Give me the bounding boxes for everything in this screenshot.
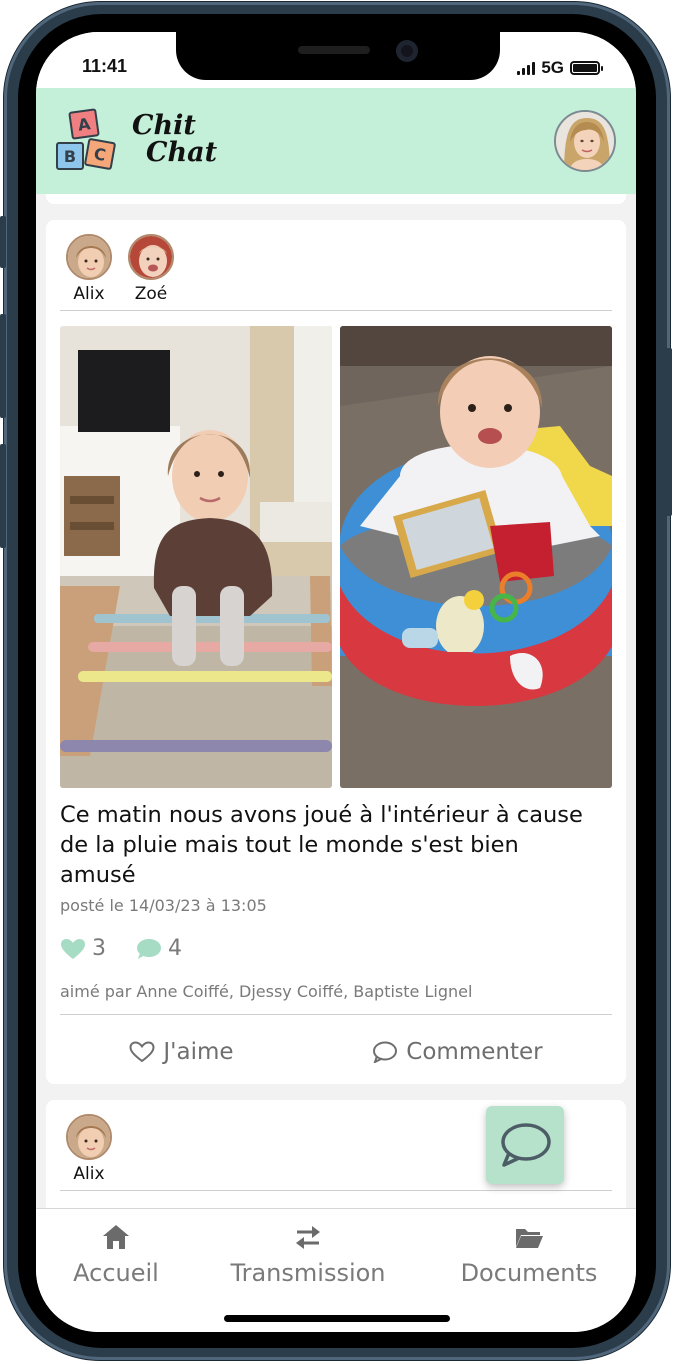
child-tag[interactable]: Alix (66, 1114, 112, 1184)
abc-blocks-logo-icon: A B C (54, 108, 118, 174)
post-actions: J'aime Commenter (60, 1028, 612, 1076)
comment-label: Commenter (406, 1039, 543, 1065)
likes-count[interactable]: 3 (60, 936, 106, 961)
post-text: Ce matin nous avons joué à l'intérieur à… (60, 802, 583, 888)
divider (60, 1014, 612, 1015)
child-tag[interactable]: Zoé (128, 234, 174, 304)
nav-label: Documents (460, 1259, 598, 1287)
status-time: 11:41 (82, 56, 128, 76)
logo-block-a: A (68, 108, 100, 140)
volume-up-button (0, 314, 6, 418)
comments-number: 4 (168, 936, 182, 961)
tagged-children: Alix (66, 1114, 112, 1184)
chat-bubble-icon (501, 1123, 551, 1167)
divider (60, 310, 612, 311)
signal-icon (517, 61, 536, 75)
liked-by-text: aimé par Anne Coiffé, Djessy Coiffé, Bap… (60, 982, 473, 1001)
heart-icon (61, 938, 85, 959)
notch (176, 32, 500, 80)
app-logo-text: Chit Chat (132, 112, 217, 166)
user-avatar[interactable] (554, 110, 616, 172)
likes-number: 3 (92, 936, 106, 961)
heart-outline-icon (129, 1041, 155, 1063)
logo-text-line1: Chit (132, 110, 196, 141)
silent-switch (0, 216, 6, 268)
like-label: J'aime (163, 1039, 234, 1065)
nav-label: Accueil (73, 1259, 159, 1287)
post-date: posté le 14/03/23 à 13:05 (60, 896, 267, 915)
logo-block-c: C (83, 137, 117, 171)
home-icon (103, 1225, 129, 1249)
nav-item-accueil[interactable]: Accueil (70, 1223, 162, 1287)
nav-item-transmission[interactable]: Transmission (226, 1223, 390, 1287)
post-stats: 3 4 (60, 936, 182, 961)
chat-fab-button[interactable] (486, 1106, 564, 1184)
tagged-children: Alix Zoé (66, 234, 174, 304)
post-photo[interactable] (60, 326, 332, 788)
post-card: Alix Zoé Ce matin nous avons joué à l'in… (46, 220, 626, 1084)
app-header: A B C Chit Chat (36, 88, 636, 194)
network-type: 5G (541, 58, 564, 77)
comment-outline-icon (373, 1041, 398, 1063)
status-indicators: 5G (517, 58, 603, 78)
divider (60, 1190, 612, 1191)
app-screen: 11:41 5G A B C Chit Chat Alix Zoé Ce mat… (36, 32, 636, 1332)
child-avatar (66, 1114, 112, 1160)
child-name: Alix (73, 284, 105, 304)
front-camera (396, 40, 418, 62)
nav-item-documents[interactable]: Documents (456, 1223, 602, 1287)
volume-down-button (0, 444, 6, 548)
child-name: Zoé (134, 284, 168, 304)
previous-post-card (46, 194, 626, 204)
child-avatar (66, 234, 112, 280)
post-photo[interactable] (340, 326, 612, 788)
transfer-icon (296, 1226, 320, 1249)
folder-icon (516, 1229, 543, 1248)
child-tag[interactable]: Alix (66, 234, 112, 304)
child-avatar (128, 234, 174, 280)
home-indicator (224, 1315, 450, 1322)
speech-bubble-icon (137, 938, 161, 959)
speaker-grille (298, 46, 370, 54)
child-name: Alix (73, 1164, 105, 1184)
nav-label: Transmission (230, 1259, 386, 1287)
like-button[interactable]: J'aime (129, 1039, 234, 1065)
comment-button[interactable]: Commenter (372, 1039, 543, 1065)
logo-block-b: B (56, 142, 84, 170)
power-button (666, 348, 672, 516)
battery-icon (570, 61, 603, 75)
news-feed[interactable]: Alix Zoé Ce matin nous avons joué à l'in… (36, 194, 636, 1208)
logo-text-line2: Chat (146, 137, 218, 168)
comments-count[interactable]: 4 (136, 936, 182, 961)
bottom-nav: Accueil Transmission Documents (36, 1208, 636, 1332)
post-photos (60, 326, 612, 788)
